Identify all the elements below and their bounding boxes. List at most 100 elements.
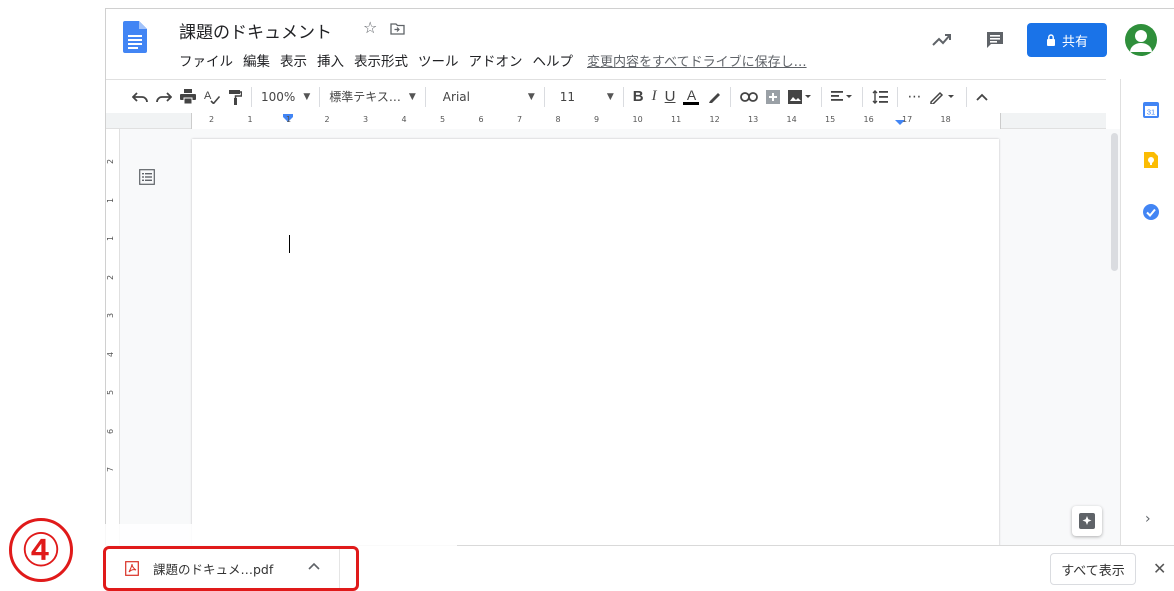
print-icon[interactable] [180,85,196,109]
vertical-ruler-tick-label: 2 [106,158,116,165]
italic-button[interactable]: I [652,85,657,109]
vertical-ruler-tick-label: 6 [106,428,116,434]
docs-logo-icon[interactable] [123,21,147,53]
insert-image-icon[interactable] [788,85,812,109]
dropdown-arrow-icon: ▼ [303,91,311,102]
ruler-tick-label: 1 [247,115,253,124]
font-size-select[interactable]: 11 ▼ [554,85,614,109]
expand-side-panel-icon[interactable]: › [1145,511,1151,527]
document-title[interactable]: 課題のドキュメント [179,18,332,43]
menu-help[interactable]: ヘルプ [533,50,574,70]
calendar-icon[interactable]: 31 [1142,101,1160,119]
ruler-tick-label: 2 [209,115,215,124]
toolbar-divider [730,86,732,107]
move-to-folder-icon[interactable] [390,21,405,35]
close-icon[interactable]: ✕ [1153,559,1166,578]
spellcheck-icon[interactable]: A [204,85,220,109]
editing-mode-icon[interactable] [929,85,957,109]
ruler-tick-label: 9 [594,115,600,124]
menu-addons[interactable]: アドオン [469,50,523,70]
lock-icon [1046,34,1055,46]
collapse-toolbar-icon[interactable] [976,85,989,109]
toolbar-divider [543,86,545,107]
tasks-icon[interactable] [1142,203,1160,221]
ruler-tick-label: 11 [671,115,682,124]
font-size-value: 11 [559,89,576,104]
ruler-tick-label: 14 [786,115,797,124]
ruler-tick-label: 18 [940,115,951,124]
bold-button[interactable]: B [633,85,644,109]
vertical-scrollbar[interactable] [1108,129,1120,591]
svg-text:A: A [204,90,212,102]
redo-icon[interactable] [156,85,172,109]
vertical-ruler-tick-label: 7 [106,466,116,473]
menu-file[interactable]: ファイル [179,50,233,70]
document-outline-icon[interactable] [139,169,155,185]
undo-icon[interactable] [132,85,148,109]
paint-format-icon[interactable] [228,85,242,109]
vertical-ruler-tick-label: 1 [106,197,116,203]
scrollbar-thumb[interactable] [1111,133,1118,271]
toolbar-divider [319,86,321,107]
zoom-value: 100% [261,89,296,104]
vertical-ruler-tick-label: 2 [106,274,116,280]
text-color-swatch [683,102,700,105]
style-value: 標準テキス… [329,90,401,104]
ruler-tick-label: 4 [401,115,407,124]
vertical-ruler: 2 1 1 2 3 4 5 6 7 [106,129,120,591]
dropdown-arrow-icon: ▼ [408,91,416,102]
menu-format[interactable]: 表示形式 [354,50,408,70]
formatting-toolbar: A 100% ▼ 標準テキス… ▼ Arial ▼ 11 ▼ B I U A ⋯ [106,79,1106,113]
side-panel: 31 › [1120,79,1174,591]
style-select[interactable]: 標準テキス… ▼ [329,85,416,109]
save-status-link[interactable]: 変更内容をすべてドライブに保存し… [587,51,807,70]
highlight-color-icon[interactable] [707,85,721,109]
ruler-tick-label: 3 [363,115,369,124]
toolbar-divider [821,86,823,107]
toolbar-divider [622,86,624,107]
ruler-tick-label: 13 [748,115,759,124]
docs-window: 課題のドキュメント ☆ ファイル 編集 表示 挿入 表示形式 ツール アドオン … [105,8,1174,591]
annotation-highlight-box [103,546,359,591]
text-color-button[interactable]: A [683,85,700,109]
share-button[interactable]: 共有 [1027,23,1107,57]
download-bar-fade [105,524,457,546]
text-cursor [289,235,290,253]
annotation-step-number: ④ [9,518,73,582]
share-label: 共有 [1061,34,1088,50]
screenshot-frame: 課題のドキュメント ☆ ファイル 編集 表示 挿入 表示形式 ツール アドオン … [0,0,1174,591]
ruler-tick-label: 5 [440,115,446,124]
horizontal-ruler: 2 1 1 2 3 4 5 6 7 8 9 10 11 12 13 14 15 16 17 18 [106,113,1106,129]
ruler-tick-label: 17 [902,115,913,124]
insert-link-icon[interactable] [740,85,759,109]
ruler-tick-label: 16 [863,115,874,124]
menu-bar: ファイル 編集 表示 挿入 表示形式 ツール アドオン ヘルプ 変更内容をすべて… [179,50,807,70]
toolbar-divider [897,86,899,107]
toolbar-divider [251,86,252,107]
ruler-tick-label: 15 [825,115,836,124]
line-spacing-icon[interactable] [872,85,889,109]
explore-icon [1079,513,1095,529]
more-options-button[interactable]: ⋯ [907,85,921,109]
vertical-ruler-tick-label: 3 [106,312,116,319]
insert-comment-icon[interactable] [766,85,781,109]
dropdown-arrow-icon: ▼ [606,91,614,102]
comment-icon[interactable] [986,31,1004,49]
zoom-select[interactable]: 100% ▼ [261,85,310,109]
star-icon[interactable]: ☆ [363,18,377,37]
explore-button[interactable] [1072,506,1102,536]
trending-icon[interactable] [932,33,952,47]
document-canvas: 2 1 1 2 3 4 5 6 7 [106,129,1120,591]
calendar-day: 31 [1147,108,1155,117]
account-avatar-icon[interactable] [1125,24,1157,56]
underline-button[interactable]: U [665,85,676,109]
font-select[interactable]: Arial ▼ [435,85,535,109]
ruler-tick-label: 6 [478,115,484,124]
menu-view[interactable]: 表示 [280,50,307,70]
align-left-icon[interactable] [831,85,853,109]
menu-edit[interactable]: 編集 [243,50,270,70]
keep-icon[interactable] [1142,151,1160,169]
menu-insert[interactable]: 挿入 [317,50,344,70]
menu-tools[interactable]: ツール [418,50,459,70]
show-all-button[interactable]: すべて表示 [1050,553,1136,585]
